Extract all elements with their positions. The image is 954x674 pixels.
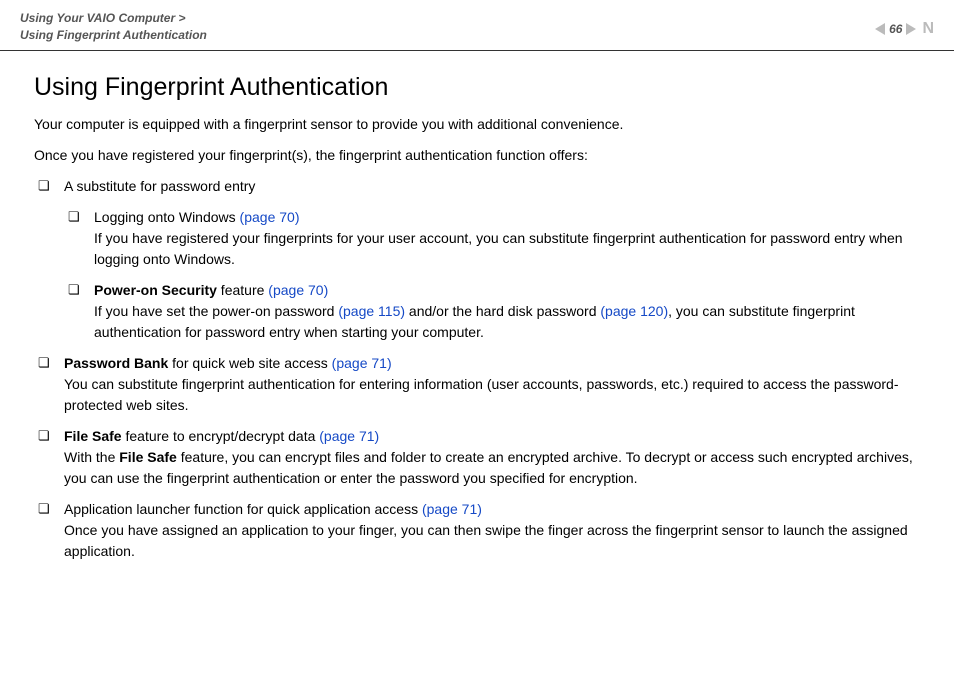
intro-1: Your computer is equipped with a fingerp…	[34, 114, 920, 135]
page-number: 66	[889, 22, 902, 36]
item-text: feature	[217, 282, 268, 298]
item-desc: If you have set the power-on password (p…	[94, 301, 920, 343]
page-title: Using Fingerprint Authentication	[34, 73, 920, 102]
intro-2: Once you have registered your fingerprin…	[34, 145, 920, 166]
item-bold: File Safe	[64, 428, 122, 444]
breadcrumb: Using Your VAIO Computer > Using Fingerp…	[20, 10, 207, 44]
breadcrumb-line2: Using Fingerprint Authentication	[20, 27, 207, 44]
page-link[interactable]: (page 71)	[332, 355, 392, 371]
item-desc: Once you have assigned an application to…	[64, 520, 920, 562]
item-text: feature to encrypt/decrypt data	[122, 428, 320, 444]
page-link[interactable]: (page 71)	[422, 501, 482, 517]
list-item: Power-on Security feature (page 70) If y…	[64, 280, 920, 343]
list-item: Password Bank for quick web site access …	[34, 353, 920, 416]
item-bold: Power-on Security	[94, 282, 217, 298]
list-item: File Safe feature to encrypt/decrypt dat…	[34, 426, 920, 489]
item-text: Logging onto Windows	[94, 209, 240, 225]
breadcrumb-line1: Using Your VAIO Computer >	[20, 11, 185, 25]
item-text: Application launcher function for quick …	[64, 501, 422, 517]
next-page-icon[interactable]	[906, 23, 916, 35]
page-link[interactable]: (page 71)	[319, 428, 379, 444]
n-label: N	[922, 20, 934, 38]
page-link[interactable]: (page 120)	[600, 303, 668, 319]
sub-list: Logging onto Windows (page 70) If you ha…	[64, 207, 920, 343]
page-link[interactable]: (page 70)	[268, 282, 328, 298]
page-nav: 66 N	[875, 20, 934, 38]
item-desc: If you have registered your fingerprints…	[94, 228, 920, 270]
list-item: A substitute for password entry Logging …	[34, 176, 920, 343]
item-desc: You can substitute fingerprint authentic…	[64, 374, 920, 416]
page-link[interactable]: (page 70)	[240, 209, 300, 225]
item-text: A substitute for password entry	[64, 178, 255, 194]
item-text: for quick web site access	[168, 355, 331, 371]
list-item: Logging onto Windows (page 70) If you ha…	[64, 207, 920, 270]
page-content: Using Fingerprint Authentication Your co…	[0, 51, 954, 562]
item-desc: With the File Safe feature, you can encr…	[64, 447, 920, 489]
list-item: Application launcher function for quick …	[34, 499, 920, 562]
page-link[interactable]: (page 115)	[338, 303, 405, 319]
prev-page-icon[interactable]	[875, 23, 885, 35]
item-bold: Password Bank	[64, 355, 168, 371]
feature-list: A substitute for password entry Logging …	[34, 176, 920, 562]
page-header: Using Your VAIO Computer > Using Fingerp…	[0, 0, 954, 51]
